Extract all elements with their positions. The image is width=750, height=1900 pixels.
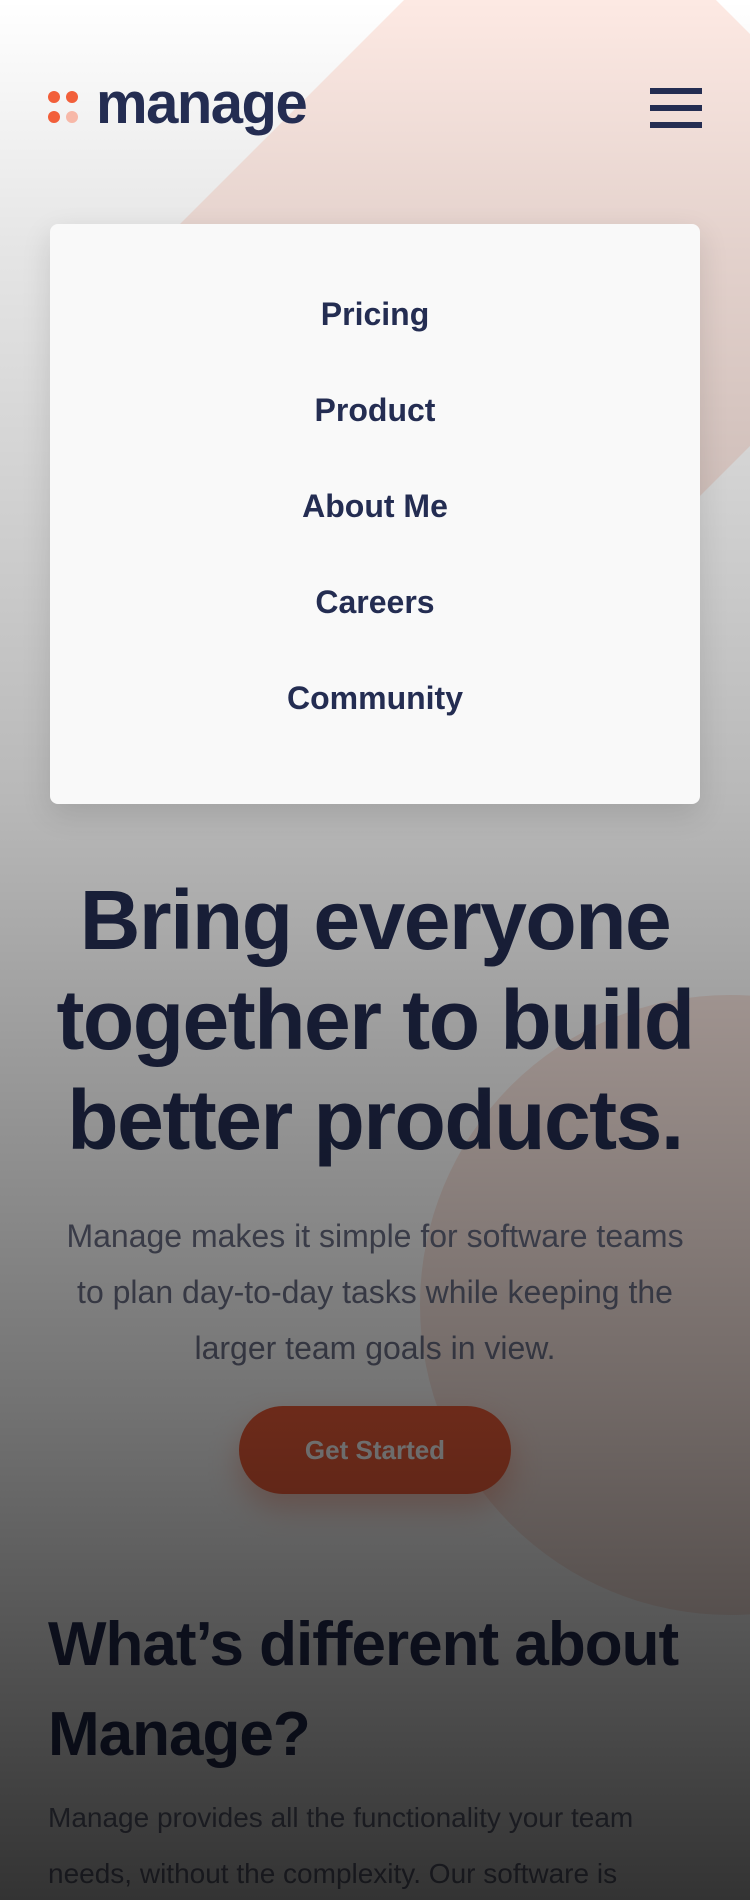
hero-section: Bring everyone together to build better … [40, 870, 710, 1494]
section-description: Manage provides all the functionality yo… [48, 1802, 634, 1889]
menu-item-careers: Careers [50, 578, 700, 674]
hero-title: Bring everyone together to build better … [56, 873, 695, 1167]
whats-different-section: What’s different about Manage? Manage pr… [48, 1600, 708, 1900]
menu-link-community[interactable]: Community [287, 674, 463, 722]
site-header: manage [48, 60, 702, 156]
menu-item-pricing: Pricing [50, 290, 700, 386]
menu-link-product[interactable]: Product [315, 386, 436, 434]
menu-item-about: About Me [50, 482, 700, 578]
hero-description: Manage makes it simple for software team… [66, 1218, 684, 1366]
four-dot-logo-icon [48, 91, 80, 125]
menu-link-pricing[interactable]: Pricing [321, 290, 429, 338]
menu-link-careers[interactable]: Careers [315, 578, 434, 626]
menu-item-product: Product [50, 386, 700, 482]
section-title: What’s different about Manage? [48, 1610, 679, 1769]
menu-link-about[interactable]: About Me [302, 482, 448, 530]
logo-text: manage [96, 71, 308, 136]
mobile-menu: Pricing Product About Me Careers Communi… [50, 224, 700, 804]
hamburger-menu-icon[interactable] [650, 88, 702, 128]
landing-page: manage Bring everyone together to build … [0, 0, 750, 1900]
logo[interactable]: manage [48, 75, 308, 133]
menu-item-community: Community [50, 674, 700, 770]
get-started-button[interactable]: Get Started [239, 1406, 511, 1494]
